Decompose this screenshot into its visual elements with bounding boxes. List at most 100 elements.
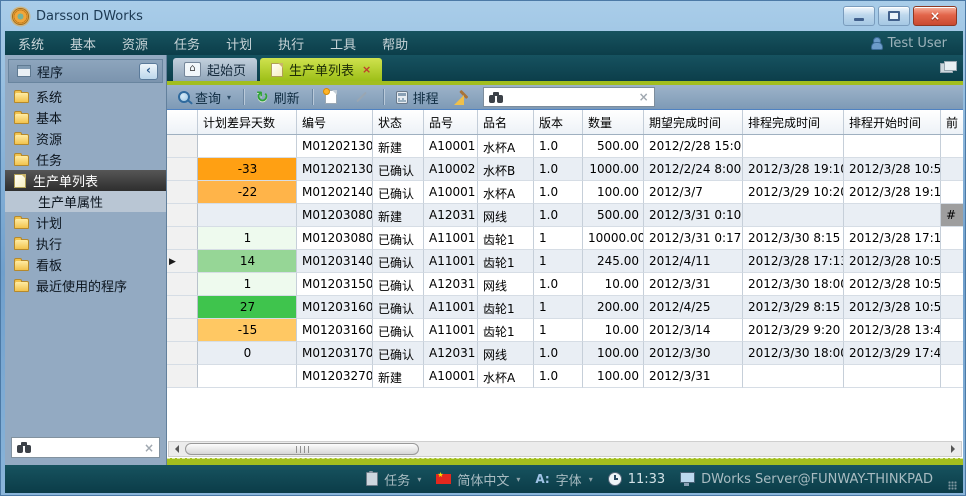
task-label: 任务 — [384, 470, 410, 489]
row-selector[interactable] — [167, 319, 198, 342]
query-button[interactable]: 查询 ▾ — [173, 86, 236, 109]
user-badge[interactable]: Test User — [870, 36, 963, 51]
maximize-button[interactable] — [878, 6, 910, 26]
toolbar-separator — [383, 89, 384, 105]
cell-expect: 2012/3/31 — [644, 273, 743, 296]
column-header[interactable]: 期望完成时间 — [644, 110, 743, 134]
refresh-button[interactable]: ↻ 刷新 — [251, 86, 305, 109]
menu-item[interactable]: 基本 — [57, 38, 109, 53]
table-row[interactable]: M012021301新建A10001水杯A1.0500.002012/2/28 … — [167, 135, 963, 158]
cell-status: 已确认 — [373, 158, 424, 181]
cell-expect: 2012/3/7 — [644, 181, 743, 204]
row-selector[interactable] — [167, 227, 198, 250]
clear-filter-icon[interactable]: × — [639, 90, 649, 104]
status-server: DWorks Server@FUNWAY-THINKPAD — [680, 472, 933, 487]
column-header[interactable]: 排程完成时间 — [743, 110, 844, 134]
cell-diff — [198, 204, 297, 227]
column-header[interactable]: 数量 — [583, 110, 644, 134]
row-selector[interactable] — [167, 365, 198, 388]
table-row[interactable]: 27M012031601已确认A11001齿轮11200.002012/4/25… — [167, 296, 963, 319]
sidebar-item[interactable]: 系统 — [5, 86, 166, 107]
table-row[interactable]: 1M012030802已确认A11001齿轮1110000.002012/3/3… — [167, 227, 963, 250]
cell-num: M012032701 — [297, 365, 373, 388]
new-button[interactable] — [320, 88, 342, 106]
scrollbar-track[interactable] — [184, 442, 946, 456]
edit-button[interactable] — [347, 94, 376, 100]
horizontal-scrollbar[interactable] — [168, 441, 962, 457]
status-task-menu[interactable]: 任务 ▾ — [366, 470, 421, 489]
window-list-icon[interactable] — [940, 63, 953, 73]
close-button[interactable]: × — [913, 6, 957, 26]
column-header[interactable]: 前 — [941, 110, 963, 134]
cell-expect: 2012/3/30 — [644, 342, 743, 365]
menu-item[interactable]: 资源 — [109, 38, 161, 53]
row-selector[interactable] — [167, 273, 198, 296]
sidebar-item[interactable]: 生产单列表 — [5, 170, 166, 191]
sidebar-item[interactable]: 资源 — [5, 128, 166, 149]
table-row[interactable]: -22M012021401已确认A10001水杯A1.0100.002012/3… — [167, 181, 963, 204]
column-header[interactable]: 编号 — [297, 110, 373, 134]
collapse-sidebar-button[interactable]: ‹ — [139, 63, 158, 80]
row-selector[interactable] — [167, 342, 198, 365]
row-selector[interactable] — [167, 204, 198, 227]
column-header[interactable]: 状态 — [373, 110, 424, 134]
cell-status: 已确认 — [373, 250, 424, 273]
sidebar-item[interactable]: 基本 — [5, 107, 166, 128]
sidebar-item[interactable]: 看板 — [5, 254, 166, 275]
minimize-button[interactable] — [843, 6, 875, 26]
menu-item[interactable]: 计划 — [213, 38, 265, 53]
sidebar-search-input[interactable] — [37, 440, 139, 456]
status-language-menu[interactable]: ★ 简体中文 ▾ — [436, 470, 520, 489]
menu-item[interactable]: 执行 — [265, 38, 317, 53]
column-header[interactable]: 排程开始时间 — [844, 110, 941, 134]
sidebar-item[interactable]: 生产单属性 — [5, 191, 166, 212]
table-row[interactable]: 0M012031701已确认A12031网线1.0100.002012/3/30… — [167, 342, 963, 365]
column-header[interactable] — [167, 110, 198, 134]
column-header[interactable]: 品名 — [478, 110, 534, 134]
row-selector[interactable] — [167, 296, 198, 319]
cell-ver: 1.0 — [534, 342, 583, 365]
sidebar-item-label: 系统 — [36, 87, 62, 106]
cell-qty: 245.00 — [583, 250, 644, 273]
row-selector[interactable] — [167, 181, 198, 204]
sidebar-item[interactable]: 执行 — [5, 233, 166, 254]
close-tab-icon[interactable]: × — [362, 63, 371, 76]
clean-button[interactable] — [449, 88, 474, 107]
cell-pn: A12031 — [424, 273, 478, 296]
tab-生产单列表[interactable]: 生产单列表× — [260, 58, 382, 81]
cell-diff: 14 — [198, 250, 297, 273]
schedule-button[interactable]: 排程 — [391, 86, 444, 109]
cell-sched_start — [844, 365, 941, 388]
clear-search-icon[interactable]: × — [144, 441, 154, 455]
scroll-right-button[interactable] — [946, 442, 961, 456]
tab-起始页[interactable]: ⌂起始页 — [173, 58, 257, 81]
column-header[interactable]: 品号 — [424, 110, 478, 134]
menu-item[interactable]: 系统 — [5, 38, 57, 53]
filter-input[interactable] — [509, 89, 634, 105]
sidebar-item[interactable]: 任务 — [5, 149, 166, 170]
menu-item[interactable]: 任务 — [161, 38, 213, 53]
cell-sched_end: 2012/3/30 18:00 — [743, 342, 844, 365]
menu-item[interactable]: 帮助 — [369, 38, 421, 53]
maximize-icon — [888, 11, 900, 21]
column-header[interactable]: 计划差异天数 — [198, 110, 297, 134]
status-font-menu[interactable]: A: 字体 ▾ — [535, 470, 592, 489]
table-row[interactable]: ▶14M012031402已确认A11001齿轮11245.002012/4/1… — [167, 250, 963, 273]
cell-expect: 2012/2/28 15:00 — [644, 135, 743, 158]
resize-grip[interactable] — [948, 481, 957, 490]
table-row[interactable]: 1M012031501已确认A12031网线1.010.002012/3/312… — [167, 273, 963, 296]
row-selector[interactable] — [167, 135, 198, 158]
table-row[interactable]: -33M012021302已确认A10002水杯B1.01000.002012/… — [167, 158, 963, 181]
row-selector[interactable]: ▶ — [167, 250, 198, 273]
row-selector[interactable] — [167, 158, 198, 181]
sidebar-item[interactable]: 最近使用的程序 — [5, 275, 166, 296]
table-row[interactable]: -15M012031602已确认A11001齿轮1110.002012/3/14… — [167, 319, 963, 342]
cell-status: 已确认 — [373, 227, 424, 250]
scrollbar-thumb[interactable] — [185, 443, 419, 455]
scroll-left-button[interactable] — [169, 442, 184, 456]
menu-item[interactable]: 工具 — [317, 38, 369, 53]
sidebar-item[interactable]: 计划 — [5, 212, 166, 233]
table-row[interactable]: M012032701新建A10001水杯A1.0100.002012/3/31 — [167, 365, 963, 388]
column-header[interactable]: 版本 — [534, 110, 583, 134]
table-row[interactable]: M012030801新建A12031网线1.0500.002012/3/31 0… — [167, 204, 963, 227]
